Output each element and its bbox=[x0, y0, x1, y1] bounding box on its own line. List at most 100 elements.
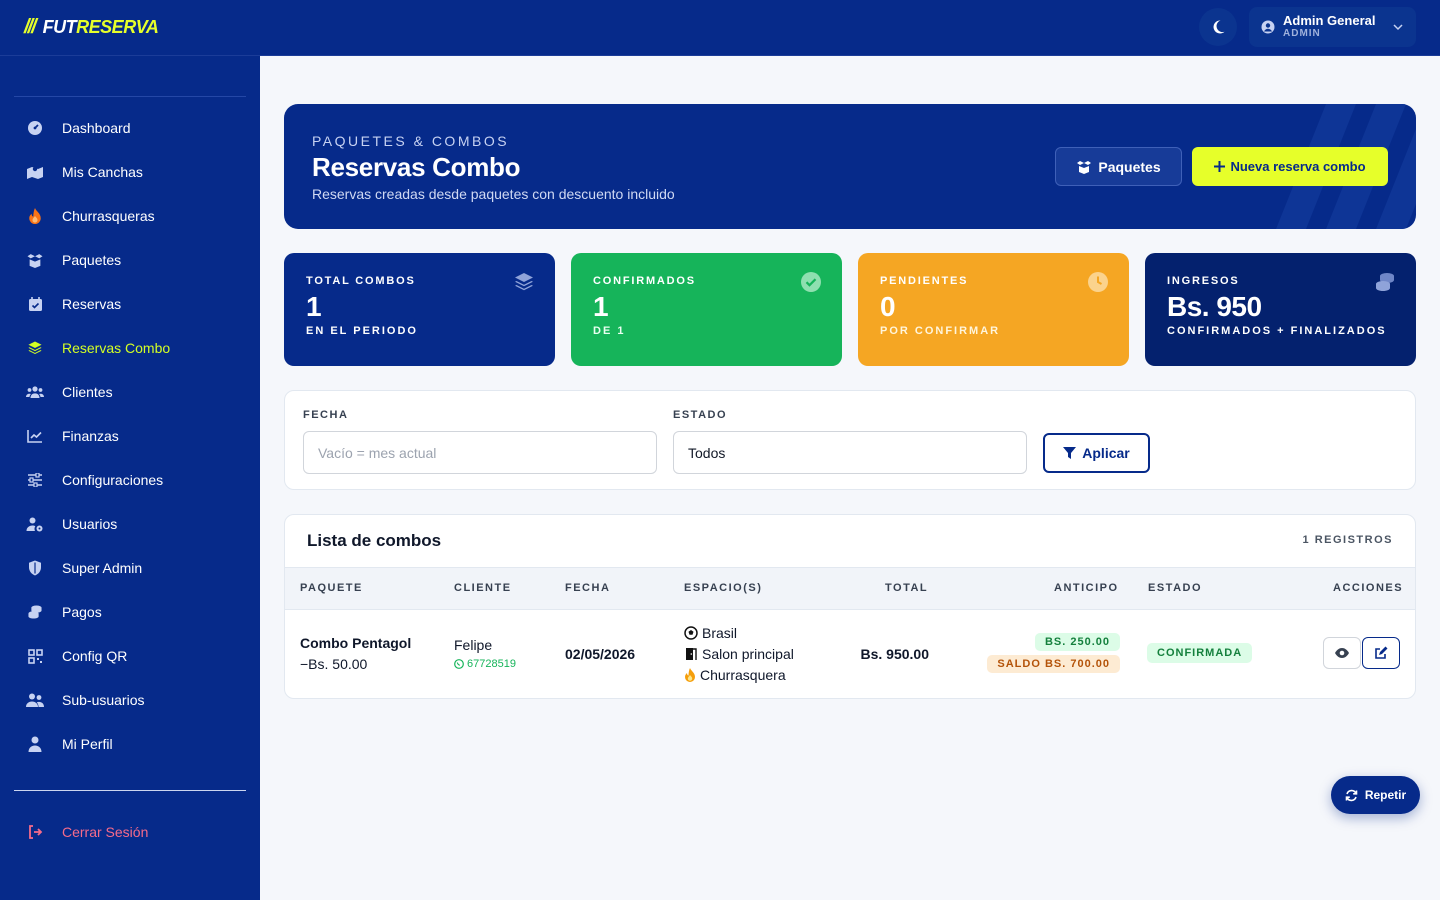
refresh-icon bbox=[1345, 789, 1358, 801]
sidebar-item-label: Mis Canchas bbox=[62, 164, 143, 180]
sidebar-item-label: Dashboard bbox=[62, 120, 131, 136]
apply-filter-label: Aplicar bbox=[1082, 445, 1130, 461]
logout-button[interactable]: Cerrar Sesión bbox=[14, 814, 246, 850]
sidebar: Dashboard Mis Canchas Churrasqueras Paquete… bbox=[0, 56, 260, 900]
view-button[interactable] bbox=[1323, 637, 1361, 669]
stat-sub: DE 1 bbox=[593, 325, 626, 337]
sidebar-item-config-qr[interactable]: Config QR bbox=[14, 638, 246, 674]
theme-toggle-button[interactable] bbox=[1199, 8, 1237, 46]
sidebar-item-label: Sub-usuarios bbox=[62, 692, 145, 708]
sidebar-item-label: Pagos bbox=[62, 604, 102, 620]
app-logo[interactable]: /// FUTRESERVA bbox=[24, 16, 159, 39]
eye-icon bbox=[1335, 648, 1349, 658]
col-anticipo[interactable]: ANTICIPO bbox=[1054, 582, 1119, 594]
sidebar-item-usuarios[interactable]: Usuarios bbox=[14, 506, 246, 542]
sidebar-item-label: Reservas bbox=[62, 296, 122, 312]
filter-icon bbox=[1063, 446, 1077, 459]
row-descuento: −Bs. 50.00 bbox=[300, 656, 368, 672]
sidebar-item-label: Clientes bbox=[62, 384, 113, 400]
stat-value: 1 bbox=[593, 291, 609, 322]
fecha-input[interactable] bbox=[303, 431, 657, 474]
page-hero: PAQUETES & COMBOS Reservas Combo Reserva… bbox=[284, 104, 1416, 229]
sidebar-item-label: Configuraciones bbox=[62, 472, 164, 488]
new-combo-reservation-button[interactable]: Nueva reserva combo bbox=[1192, 147, 1388, 186]
stat-sub: CONFIRMADOS + FINALIZADOS bbox=[1167, 325, 1387, 337]
moon-icon bbox=[1213, 20, 1225, 34]
top-bar: /// FUTRESERVA Admin General ADMIN bbox=[0, 0, 1440, 56]
sidebar-item-label: Churrasqueras bbox=[62, 208, 155, 224]
col-paquete[interactable]: PAQUETE bbox=[300, 582, 363, 594]
saldo-badge: SALDO BS. 700.00 bbox=[987, 655, 1120, 673]
sidebar-item-paquetes[interactable]: Paquetes bbox=[14, 242, 246, 278]
whatsapp-icon bbox=[454, 659, 464, 669]
table-header: PAQUETE CLIENTE FECHA ESPACIO(S) TOTAL A… bbox=[285, 567, 1415, 610]
user-gear-icon bbox=[26, 515, 44, 533]
row-phone-link[interactable]: 67728519 bbox=[454, 658, 516, 670]
sidebar-item-label: Super Admin bbox=[62, 560, 143, 576]
repeat-button[interactable]: Repetir bbox=[1331, 776, 1420, 814]
hero-kicker: PAQUETES & COMBOS bbox=[312, 133, 510, 149]
user-group-icon bbox=[26, 691, 44, 709]
sidebar-item-configuraciones[interactable]: Configuraciones bbox=[14, 462, 246, 498]
layers-icon bbox=[26, 339, 44, 357]
sidebar-item-label: Reservas Combo bbox=[62, 340, 171, 356]
stat-label: TOTAL COMBOS bbox=[306, 275, 416, 287]
combos-list: Lista de combos 1 REGISTROS PAQUETE CLIE… bbox=[284, 514, 1416, 699]
sidebar-item-mis-canchas[interactable]: Mis Canchas bbox=[14, 154, 246, 190]
sidebar-item-dashboard[interactable]: Dashboard bbox=[14, 110, 246, 146]
shield-icon bbox=[26, 559, 44, 577]
col-acciones: ACCIONES bbox=[1333, 582, 1404, 594]
col-fecha[interactable]: FECHA bbox=[565, 582, 610, 594]
coins-icon bbox=[1376, 273, 1394, 291]
user-role: ADMIN bbox=[1283, 28, 1321, 39]
map-icon bbox=[26, 163, 44, 181]
sidebar-item-pagos[interactable]: Pagos bbox=[14, 594, 246, 630]
col-espacios[interactable]: ESPACIO(S) bbox=[684, 582, 762, 594]
col-cliente[interactable]: CLIENTE bbox=[454, 582, 512, 594]
estado-select-value: Todos bbox=[688, 444, 726, 461]
record-count: 1 REGISTROS bbox=[1302, 534, 1393, 546]
chevron-down-icon bbox=[1393, 24, 1403, 31]
estado-select[interactable]: Todos bbox=[673, 431, 1027, 474]
row-total: Bs. 950.00 bbox=[860, 646, 930, 662]
edit-button[interactable] bbox=[1362, 637, 1400, 669]
sidebar-item-sub-usuarios[interactable]: Sub-usuarios bbox=[14, 682, 246, 718]
sidebar-item-super-admin[interactable]: Super Admin bbox=[14, 550, 246, 586]
stat-value: Bs. 950 bbox=[1167, 291, 1262, 322]
col-estado[interactable]: ESTADO bbox=[1148, 582, 1202, 594]
stat-card-total-combos: TOTAL COMBOS 1 EN EL PERIODO bbox=[284, 253, 555, 366]
stat-card-confirmados: CONFIRMADOS 1 DE 1 bbox=[571, 253, 842, 366]
fire-icon bbox=[685, 668, 695, 682]
sidebar-item-finanzas[interactable]: Finanzas bbox=[14, 418, 246, 454]
stat-sub: POR CONFIRMAR bbox=[880, 325, 1001, 337]
stat-label: CONFIRMADOS bbox=[593, 275, 696, 287]
filters-panel: FECHA ESTADO Todos Aplicar bbox=[284, 390, 1416, 490]
sidebar-item-reservas-combo[interactable]: Reservas Combo bbox=[14, 330, 246, 366]
sidebar-item-label: Finanzas bbox=[62, 428, 119, 444]
list-title: Lista de combos bbox=[307, 531, 442, 550]
sidebar-item-clientes[interactable]: Clientes bbox=[14, 374, 246, 410]
status-badge: CONFIRMADA bbox=[1147, 643, 1253, 663]
sidebar-item-label: Mi Perfil bbox=[62, 736, 113, 752]
page-title: Reservas Combo bbox=[312, 152, 521, 182]
user-name: Admin General bbox=[1283, 13, 1376, 28]
sidebar-divider bbox=[14, 96, 246, 97]
apply-filter-button[interactable]: Aplicar bbox=[1043, 433, 1150, 473]
col-total[interactable]: TOTAL bbox=[885, 582, 928, 594]
logout-label: Cerrar Sesión bbox=[62, 824, 149, 840]
anticipo-badge: BS. 250.00 bbox=[1034, 633, 1120, 651]
paquetes-button[interactable]: Paquetes bbox=[1055, 147, 1182, 186]
sidebar-item-churrasqueras[interactable]: Churrasqueras bbox=[14, 198, 246, 234]
stat-card-pendientes: PENDIENTES 0 POR CONFIRMAR bbox=[858, 253, 1129, 366]
sign-out-icon bbox=[26, 823, 44, 841]
new-combo-reservation-label: Nueva reserva combo bbox=[1230, 159, 1366, 174]
user-menu-button[interactable]: Admin General ADMIN bbox=[1249, 7, 1416, 47]
fecha-label: FECHA bbox=[303, 409, 349, 421]
clock-icon bbox=[1088, 272, 1108, 292]
user-circle-icon bbox=[1261, 20, 1275, 34]
sidebar-item-label: Paquetes bbox=[62, 252, 122, 268]
sidebar-item-reservas[interactable]: Reservas bbox=[14, 286, 246, 322]
soccer-ball-icon bbox=[684, 626, 698, 640]
sidebar-item-mi-perfil[interactable]: Mi Perfil bbox=[14, 726, 246, 762]
repeat-label: Repetir bbox=[1364, 788, 1407, 802]
